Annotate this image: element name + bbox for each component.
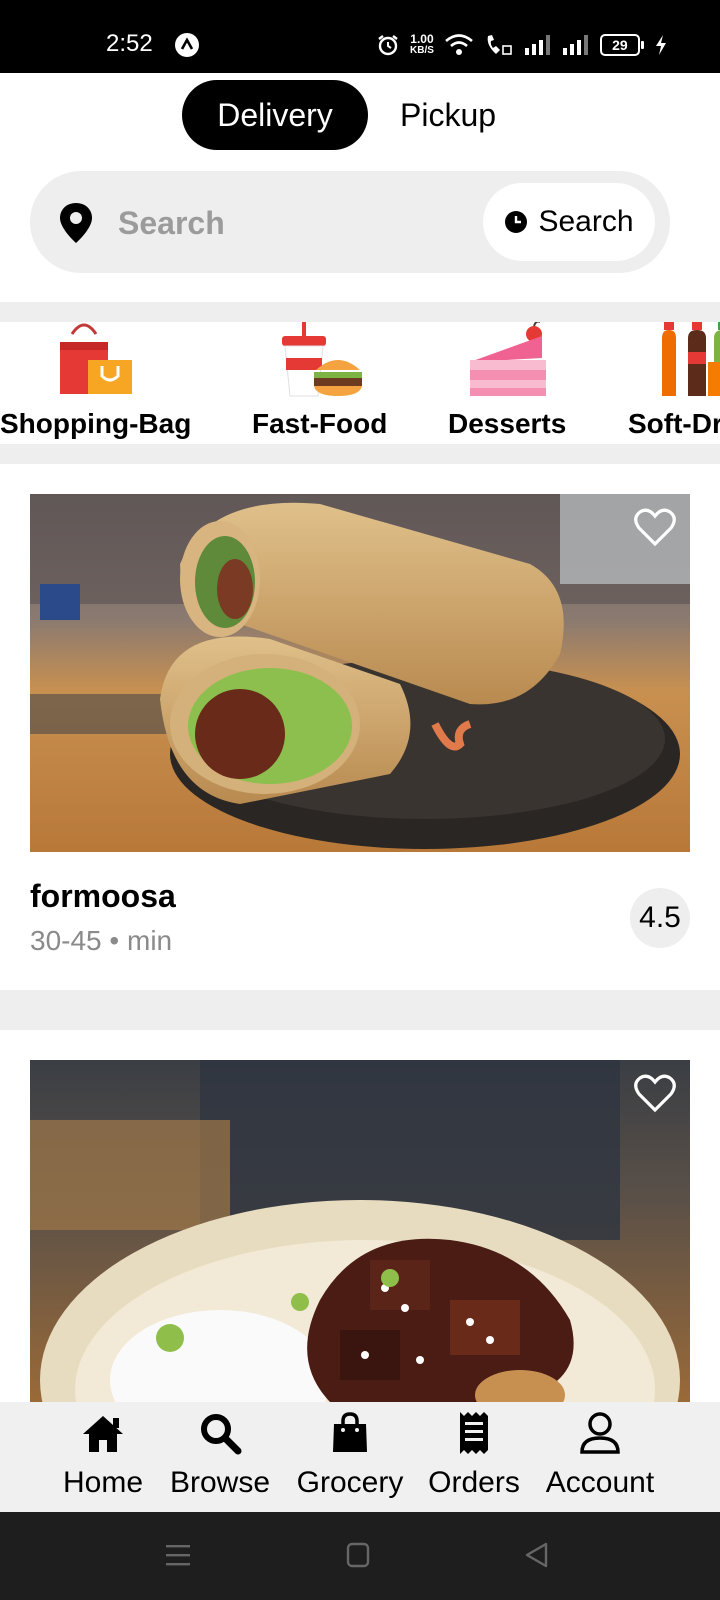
delivery-time-unit: min: [127, 925, 173, 956]
section-divider: [0, 444, 720, 464]
battery-level: 29: [599, 34, 640, 56]
category-label: Shopping-Bag: [0, 408, 192, 439]
nav-label: Account: [545, 1466, 655, 1499]
store-rating-badge: 4.5: [630, 888, 690, 948]
nav-label: Home: [62, 1466, 144, 1499]
clock-icon: [505, 211, 528, 233]
desserts-icon: [470, 322, 546, 396]
meta-separator: •: [101, 925, 127, 956]
favorite-heart-icon[interactable]: [634, 1074, 676, 1114]
status-bar: 2:52 1.00 KB/S 29: [0, 0, 720, 73]
home-button-icon[interactable]: [346, 1542, 370, 1568]
user-icon: [580, 1412, 620, 1454]
nav-home[interactable]: Home: [58, 1410, 148, 1500]
search-icon: [201, 1414, 242, 1455]
wrap-roll-photo: [30, 494, 690, 852]
store-card-image[interactable]: [30, 1060, 690, 1402]
store-card-image[interactable]: [30, 494, 690, 852]
navigation-app-icon: [175, 33, 199, 57]
nav-label: Orders: [428, 1466, 520, 1499]
back-icon[interactable]: [524, 1542, 550, 1568]
soft-drinks-icon: [662, 322, 720, 396]
bag-icon: [333, 1412, 367, 1452]
category-label: Desserts: [448, 408, 567, 439]
receipt-icon: [460, 1412, 488, 1454]
section-divider: [0, 990, 720, 1030]
nav-label: Grocery: [296, 1466, 404, 1499]
bottom-navigation: Home Browse Grocery Orders Account: [0, 1402, 720, 1512]
fast-food-icon: [282, 322, 362, 397]
nav-label: Browse: [169, 1466, 271, 1499]
signal-1-icon: [524, 35, 550, 55]
shopping-bag-icon: [60, 323, 132, 394]
braised-pork-rice-photo: [30, 1060, 690, 1402]
category-carousel[interactable]: Shopping-Bag Fast-Food Desserts Soft-Dr: [0, 322, 720, 444]
network-speed-unit: KB/S: [410, 45, 434, 56]
nav-grocery[interactable]: Grocery: [292, 1410, 408, 1500]
location-pin-icon[interactable]: [56, 201, 96, 245]
battery-indicator: 29: [599, 34, 644, 56]
pickup-tab[interactable]: Pickup: [368, 80, 528, 150]
charging-icon: [655, 35, 666, 55]
category-label: Soft-Drinks: [628, 408, 720, 439]
battery-tip: [640, 41, 644, 49]
nav-orders[interactable]: Orders: [422, 1410, 526, 1500]
nav-browse[interactable]: Browse: [164, 1410, 276, 1500]
store-name[interactable]: formoosa: [30, 878, 176, 915]
store-delivery-time: 30-45 • min: [30, 925, 172, 957]
wifi-icon: [445, 34, 473, 55]
delivery-tab[interactable]: Delivery: [182, 80, 368, 150]
category-label: Fast-Food: [252, 408, 388, 439]
system-navigation-bar: [0, 1512, 720, 1600]
volte-call-icon: [487, 35, 512, 55]
search-bar: Search: [30, 171, 670, 273]
alarm-icon: [378, 35, 398, 56]
status-icons: 1.00 KB/S 29: [376, 28, 668, 62]
network-speed: 1.00 KB/S: [410, 33, 434, 57]
delivery-time-range: 30-45: [30, 925, 102, 956]
status-time: 2:52: [106, 30, 153, 57]
signal-2-icon: [562, 35, 588, 55]
fulfillment-mode-toggle: Delivery Pickup: [182, 80, 528, 150]
favorite-heart-icon[interactable]: [634, 508, 676, 548]
network-speed-value: 1.00: [410, 32, 434, 46]
schedule-search-label: Search: [538, 205, 634, 238]
search-input[interactable]: [116, 201, 480, 245]
home-icon: [83, 1416, 123, 1452]
schedule-search-button[interactable]: Search: [483, 183, 655, 261]
nav-account[interactable]: Account: [538, 1410, 662, 1500]
recent-apps-icon[interactable]: [164, 1542, 192, 1568]
section-divider: [0, 302, 720, 322]
